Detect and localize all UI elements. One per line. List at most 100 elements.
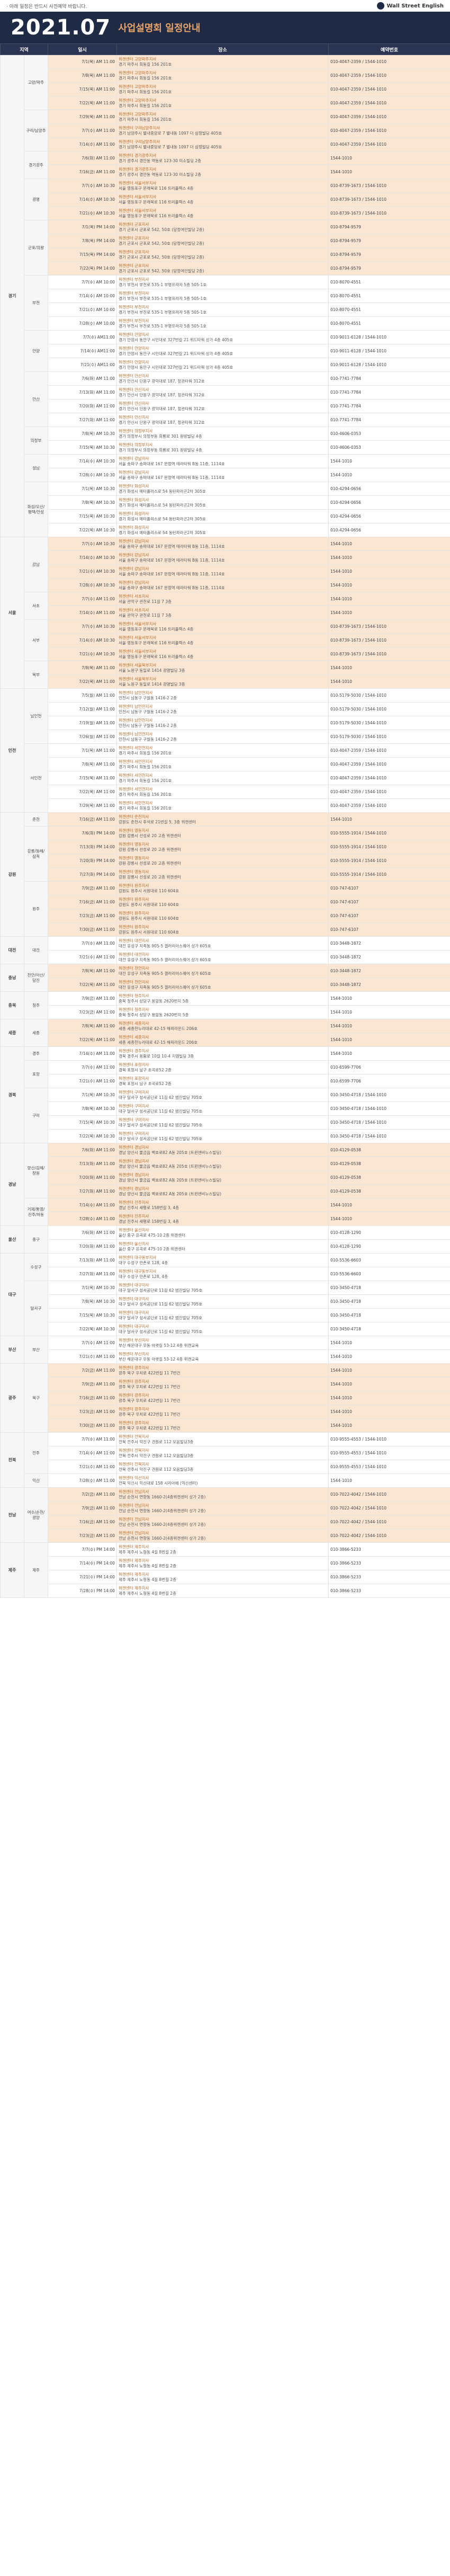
venue-address: 대전 유성구 지족동 905-5 갤러리아스퀘어 상가 605호 bbox=[119, 971, 211, 976]
phone-cell: 010-7741-7784 bbox=[328, 399, 450, 413]
place-cell: 위캔센터 서초지사 서울 관악구 관천로 11길 7 3층 bbox=[116, 592, 329, 606]
venue-address: 서울 노원구 동일로 1414 광명빌딩 3층 bbox=[119, 668, 185, 673]
venue-name: 위캔센터 전남지사 bbox=[119, 1489, 149, 1494]
datetime-cell: 7/12(월) AM 11:00 bbox=[48, 702, 117, 716]
subregion-cell: 중구 bbox=[24, 1225, 48, 1254]
table-row: 7/14(수) AM 10:30 위캔센터 강남지사 서울 송파구 송파대로 167… bbox=[1, 550, 450, 565]
table-row: 7/15(목) PM 14:00 위캔센터 군포지사 경기 군포시 군포로 542,… bbox=[1, 247, 450, 262]
place-cell: 위캔센터 서울서부지사 서울 영등포구 문래북로 116 트리플렉스 4층 bbox=[116, 192, 329, 207]
place-cell: 위캔센터 안산지사 경기 안산시 단원구 광덕대로 187, 정관타워 312호 bbox=[116, 385, 329, 399]
table-row: 제주 제주 7/7(수) PM 14:00 위캔센터 제주지사 제주 제주시 노형동 4… bbox=[0, 1542, 450, 1598]
place-cell: 위캔센터 서울서부지사 서울 영등포구 문래북로 116 트리플렉스 4층 bbox=[116, 206, 329, 220]
phone-cell: 010-7741-7784 bbox=[328, 413, 450, 427]
table-row: 강릉/동해/삼척 7/6(화) PM 14:00 위캔센터 영동지사 강원 강릉시 선… bbox=[1, 826, 450, 882]
venue-name: 위캔센터 남인천지사 bbox=[119, 717, 153, 723]
place-cell: 위캔센터 전북지사 전북 전주시 덕진구 견훤로 112 모음빌딩3층 bbox=[116, 1460, 329, 1474]
venue-name: 위캔센터 대구지사 bbox=[119, 1310, 149, 1315]
datetime-cell: 7/30(금) AM 11:00 bbox=[48, 922, 117, 937]
venue-address: 경기 파주시 회동길 156 201호 bbox=[119, 89, 172, 94]
venue-name: 위캔센터 진주지사 bbox=[119, 1213, 149, 1219]
subregion-cell: 고양/파주 bbox=[24, 55, 48, 110]
table-row: 7/14(수) AM 10:30 위캔센터 서울서부지사 서울 영등포구 문래북로 … bbox=[1, 633, 450, 647]
phone-cell: 010-8070-4551 bbox=[328, 289, 450, 303]
phone-cell: 010-8794-9579 bbox=[328, 247, 450, 262]
venue-address: 경기 파주시 회동길 156 201호 bbox=[119, 778, 172, 783]
subregion-cell: 광명 bbox=[24, 179, 48, 220]
venue-name: 위캔센터 익산지사 bbox=[119, 1475, 149, 1480]
table-row: 7/22(목) AM 11:00 위캔센터 고양파주지사 경기 파주시 회동길 15… bbox=[1, 96, 450, 110]
phone-cell: 010-747-6107 bbox=[328, 922, 450, 937]
venue-address: 경기 부천시 부천로 535-1 부명프라자 5층 505-1호 bbox=[119, 309, 207, 315]
venue-name: 위캔센터 원주지사 bbox=[119, 924, 149, 929]
table-row: 7/14(수) AM 10:00 위캔센터 부천지사 경기 부천시 부천로 535-… bbox=[1, 289, 450, 303]
phone-cell: 010-8739-1673 / 1544-1010 bbox=[328, 633, 450, 647]
phone-cell: 010-8739-1673 / 1544-1010 bbox=[328, 179, 450, 193]
venue-address: 경기 파주시 회동길 156 201호 bbox=[119, 764, 172, 769]
venue-address: 대구 달서구 성서공단로 11길 62 범진빌딩 705호 bbox=[119, 1108, 203, 1114]
place-cell: 위캔센터 경남지사 경남 양산시 물금읍 백호로82 A동 205호 (트윈엔비누… bbox=[116, 1157, 329, 1171]
table-row: 7/13(화) AM 11:00 위캔센터 경남지사 경남 양산시 물금읍 백호로8… bbox=[1, 1157, 450, 1171]
phone-cell: 010-7741-7784 bbox=[328, 371, 450, 386]
table-row: 7/21(수) AM 11:00 위캔센터 대전지사 대전 유성구 지족동 905-… bbox=[1, 950, 450, 964]
region-cell: 대전 bbox=[0, 936, 24, 964]
subregion-cell: 천안/아산/당진 bbox=[24, 964, 48, 992]
table-row: 7/30(금) AM 11:00 위캔센터 원주지사 강원도 원주시 서원대로 11… bbox=[1, 922, 450, 937]
datetime-cell: 7/7(수) AM 11:00 bbox=[48, 123, 117, 138]
subregion-cell: 경기광주 bbox=[24, 151, 48, 179]
table-row: 7/20(화) AM 11:00 위캔센터 경남지사 경남 양산시 물금읍 백호로8… bbox=[1, 1170, 450, 1185]
table-row: 7/15(목) AM 11:00 위캔센터 서인천지사 경기 파주시 회동길 156… bbox=[1, 771, 450, 785]
place-cell: 위캔센터 남인천지사 인천시 남동구 구월동 1416-2 2층 bbox=[116, 688, 329, 703]
venue-address: 경기 안산시 단원구 광덕대로 187, 정관타워 312호 bbox=[119, 392, 205, 397]
venue-address: 강원도 원주시 서원대로 110 604호 bbox=[119, 888, 179, 893]
place-cell: 위캔센터 제주지사 제주 제주시 노형동 4길 8번길 2층 bbox=[116, 1570, 329, 1584]
place-cell: 위캔센터 원주지사 강원도 원주시 서원대로 110 604호 bbox=[116, 881, 329, 895]
phone-cell: 1544-1010 bbox=[328, 468, 450, 482]
phone-cell: 010-4047-2359 / 1544-1010 bbox=[328, 743, 450, 758]
venue-name: 위캔센터 군포지사 bbox=[119, 221, 149, 227]
venue-address: 경기 안산시 단원구 광덕대로 187, 정관타워 312호 bbox=[119, 420, 205, 425]
venue-address: 경기 안산시 단원구 광덕대로 187, 정관타워 312호 bbox=[119, 378, 205, 384]
venue-address: 경기 화성시 메타폴리스로 54 동탄파라곤2차 305호 bbox=[119, 530, 206, 535]
venue-address: 인천시 남동구 구월동 1416-2 2층 bbox=[119, 709, 177, 714]
venue-name: 위캔센터 경남지사 bbox=[119, 1144, 149, 1150]
datetime-cell: 7/15(목) AM 10:30 bbox=[48, 440, 117, 455]
venue-name: 위캔센터 광주지사 bbox=[119, 1392, 149, 1398]
venue-name: 위캔센터 강남지사 bbox=[119, 552, 149, 557]
place-cell: 위캔센터 안산지사 경기 안산시 단원구 광덕대로 187, 정관타워 312호 bbox=[116, 399, 329, 413]
table-row: 성남 7/14(수) AM 10:30 위캔센터 강남지사 서울 송파구 송파대로 1… bbox=[1, 454, 450, 482]
venue-name: 위캔센터 경기광주지사 bbox=[119, 153, 157, 158]
datetime-cell: 7/7(수) AM 11:00 bbox=[48, 1336, 117, 1350]
venue-address: 전남 순천시 연향동 1660-2(4층위캔센터 상가 2층) bbox=[119, 1508, 206, 1513]
datetime-cell: 7/15(목) AM 10:30 bbox=[48, 509, 117, 523]
place-cell: 위캔센터 서울서부지사 서울 영등포구 문래북로 116 트리플렉스 4층 bbox=[116, 179, 329, 193]
datetime-cell: 7/27(화) AM 11:00 bbox=[48, 1267, 117, 1281]
phone-cell: 010-8739-1673 / 1544-1010 bbox=[328, 619, 450, 634]
place-cell: 위캔센터 서인천지사 경기 파주시 회동길 156 201호 bbox=[116, 743, 329, 758]
phone-cell: 010-4129-0538 bbox=[328, 1170, 450, 1185]
place-cell: 위캔센터 영동지사 강원 강릉시 선성로 20 고층 위캔센터 bbox=[116, 840, 329, 854]
subregion-cell: 여수/순천/광양 bbox=[24, 1487, 48, 1543]
venue-address: 경남 양산시 물금읍 백호로82 A동 205호 (트윈엔비누스빌딩) bbox=[119, 1191, 222, 1196]
table-row: 포항 7/7(수) AM 11:00 위캔센터 포항지사 경북 포항시 남구 초곡로5… bbox=[1, 1060, 450, 1088]
venue-name: 위캔센터 세종지사 bbox=[119, 1020, 149, 1026]
table-row: 7/14(수) AM 11:00 위캔센터 구리남양주지사 경기 남양주시 별내중앙… bbox=[1, 137, 450, 152]
venue-address: 울산 중구 유곡로 475-10 2층 위캔센터 bbox=[119, 1232, 186, 1238]
venue-name: 위캔센터 강남지사 bbox=[119, 469, 149, 475]
venue-name: 위캔센터 천안지사 bbox=[119, 979, 149, 984]
place-cell: 위캔센터 영동지사 강원 강릉시 선성로 20 고층 위캔센터 bbox=[116, 867, 329, 882]
datetime-cell: 7/9(금) AM 11:00 bbox=[48, 991, 117, 1006]
venue-address: 강원 강릉시 선성로 20 고층 위캔센터 bbox=[119, 874, 182, 880]
subregion-cell: 전주 bbox=[24, 1432, 48, 1474]
venue-address: 경북 포항시 남구 초곡로52 2층 bbox=[119, 1081, 172, 1086]
table-row: 7/19(월) AM 11:00 위캔센터 남인천지사 인천시 남동구 구월동 14… bbox=[1, 716, 450, 730]
place-cell: 위캔센터 세종지사 세종 세종한누리대로 42-15 해피라운드 206호 bbox=[116, 1019, 329, 1033]
datetime-cell: 7/21(수) AM 11:00 bbox=[48, 1074, 117, 1088]
venue-name: 위캔센터 강남지사 bbox=[119, 580, 149, 585]
place-cell: 위캔센터 강남지사 서울 송파구 송파대로 167 문정역 테라타워 B동 11층… bbox=[116, 454, 329, 468]
datetime-cell: 7/7(수) AM 11:00 bbox=[48, 936, 117, 951]
place-cell: 위캔센터 경남지사 경남 양산시 물금읍 백호로82 A동 205호 (트윈엔비누… bbox=[116, 1143, 329, 1157]
venue-address: 경기 남양주시 별내중앙로 7 별내동 1097 더 삼정빌딩 405호 bbox=[119, 144, 222, 149]
datetime-cell: 7/27(화) AM 11:00 bbox=[48, 1184, 117, 1198]
phone-cell: 010-3448-1872 bbox=[328, 936, 450, 951]
place-cell: 위캔센터 구미지사 대구 달서구 성서공단로 11길 62 범진빌딩 705호 bbox=[116, 1102, 329, 1116]
